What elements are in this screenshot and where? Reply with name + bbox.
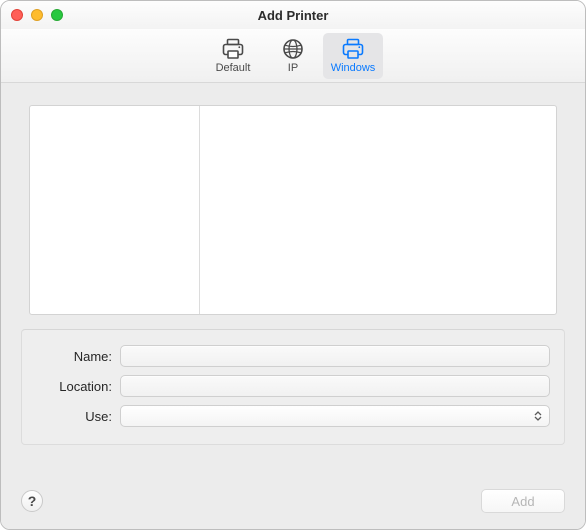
toolbar: Default IP — [1, 29, 585, 83]
tab-group: Default IP — [203, 33, 383, 79]
window-controls — [11, 9, 63, 21]
printer-icon — [221, 37, 245, 61]
help-button[interactable]: ? — [21, 490, 43, 512]
globe-icon — [282, 37, 304, 61]
row-name: Name: — [34, 342, 550, 370]
content-area: Name: Location: Use: ? — [1, 83, 585, 529]
chevron-up-down-icon — [533, 411, 543, 421]
row-use: Use: — [34, 402, 550, 430]
zoom-icon[interactable] — [51, 9, 63, 21]
add-printer-window: Add Printer Default — [0, 0, 586, 530]
name-label: Name: — [34, 349, 120, 364]
tab-ip[interactable]: IP — [263, 33, 323, 79]
window-title: Add Printer — [1, 8, 585, 23]
add-button-label: Add — [511, 494, 534, 509]
printer-form: Name: Location: Use: — [21, 329, 565, 445]
tab-default-label: Default — [216, 62, 251, 74]
minimize-icon[interactable] — [31, 9, 43, 21]
printer-list[interactable] — [200, 106, 556, 314]
browse-pane — [29, 105, 557, 315]
printer-windows-icon — [341, 37, 365, 61]
use-popup[interactable] — [120, 405, 550, 427]
workgroup-list[interactable] — [30, 106, 200, 314]
help-icon: ? — [28, 493, 37, 509]
row-location: Location: — [34, 372, 550, 400]
location-label: Location: — [34, 379, 120, 394]
tab-windows-label: Windows — [331, 62, 376, 74]
titlebar: Add Printer — [1, 1, 585, 29]
location-field[interactable] — [120, 375, 550, 397]
tab-windows[interactable]: Windows — [323, 33, 383, 79]
use-label: Use: — [34, 409, 120, 424]
close-icon[interactable] — [11, 9, 23, 21]
name-field[interactable] — [120, 345, 550, 367]
footer: ? Add — [1, 475, 585, 529]
tab-default[interactable]: Default — [203, 33, 263, 79]
add-button[interactable]: Add — [481, 489, 565, 513]
tab-ip-label: IP — [288, 62, 298, 74]
